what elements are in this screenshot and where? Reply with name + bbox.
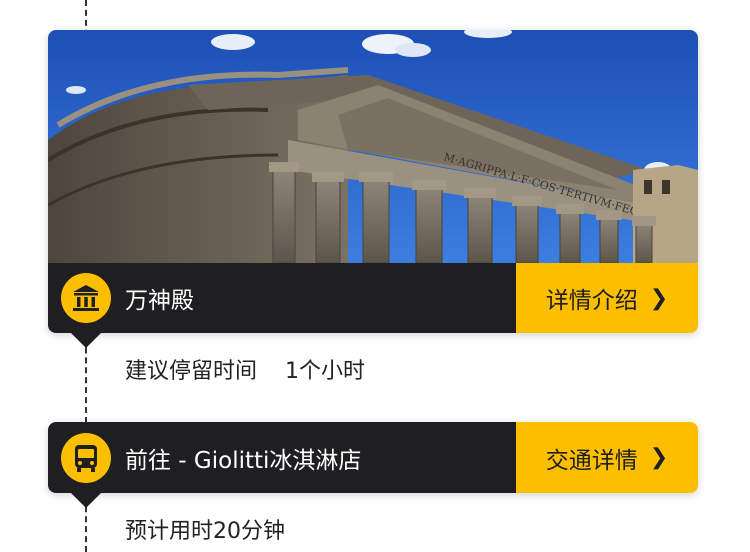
attraction-title-area[interactable]: 万神殿 (48, 263, 516, 333)
transport-bar: 前往 - Giolitti冰淇淋店 交通详情 ❯ (48, 422, 698, 493)
transport-card[interactable]: 前往 - Giolitti冰淇淋店 交通详情 ❯ (48, 422, 698, 493)
attraction-bar: 万神殿 详情介绍 ❯ (48, 263, 698, 333)
attraction-detail-button[interactable]: 详情介绍 ❯ (516, 263, 698, 333)
bus-icon (61, 432, 111, 483)
attraction-pointer (71, 333, 101, 348)
chevron-right-icon: ❯ (649, 445, 669, 470)
chevron-right-icon: ❯ (649, 285, 669, 311)
transport-detail-button[interactable]: 交通详情 ❯ (516, 422, 698, 493)
attraction-card[interactable]: M·AGRIPPA·L·F·COS·TERTIVM·FECIT 万神殿 详情介绍… (48, 30, 698, 333)
transport-detail-label: 交通详情 (545, 447, 638, 474)
transport-title-area[interactable]: 前往 - Giolitti冰淇淋店 (48, 422, 516, 493)
pantheon-photo[interactable]: M·AGRIPPA·L·F·COS·TERTIVM·FECIT (48, 30, 698, 263)
attraction-name: 万神殿 (125, 288, 194, 314)
transport-pointer (71, 493, 101, 508)
transport-title: 前往 - Giolitti冰淇淋店 (125, 447, 362, 474)
stay-value: 1个小时 (285, 359, 366, 384)
landmark-columns-icon (61, 273, 111, 323)
stay-label: 建议停留时间 (125, 359, 258, 384)
stay-duration: 建议停留时间 1个小时 (125, 353, 365, 385)
travel-duration: 预计用时20分钟 (125, 519, 285, 544)
attraction-detail-label: 详情介绍 (545, 288, 638, 314)
